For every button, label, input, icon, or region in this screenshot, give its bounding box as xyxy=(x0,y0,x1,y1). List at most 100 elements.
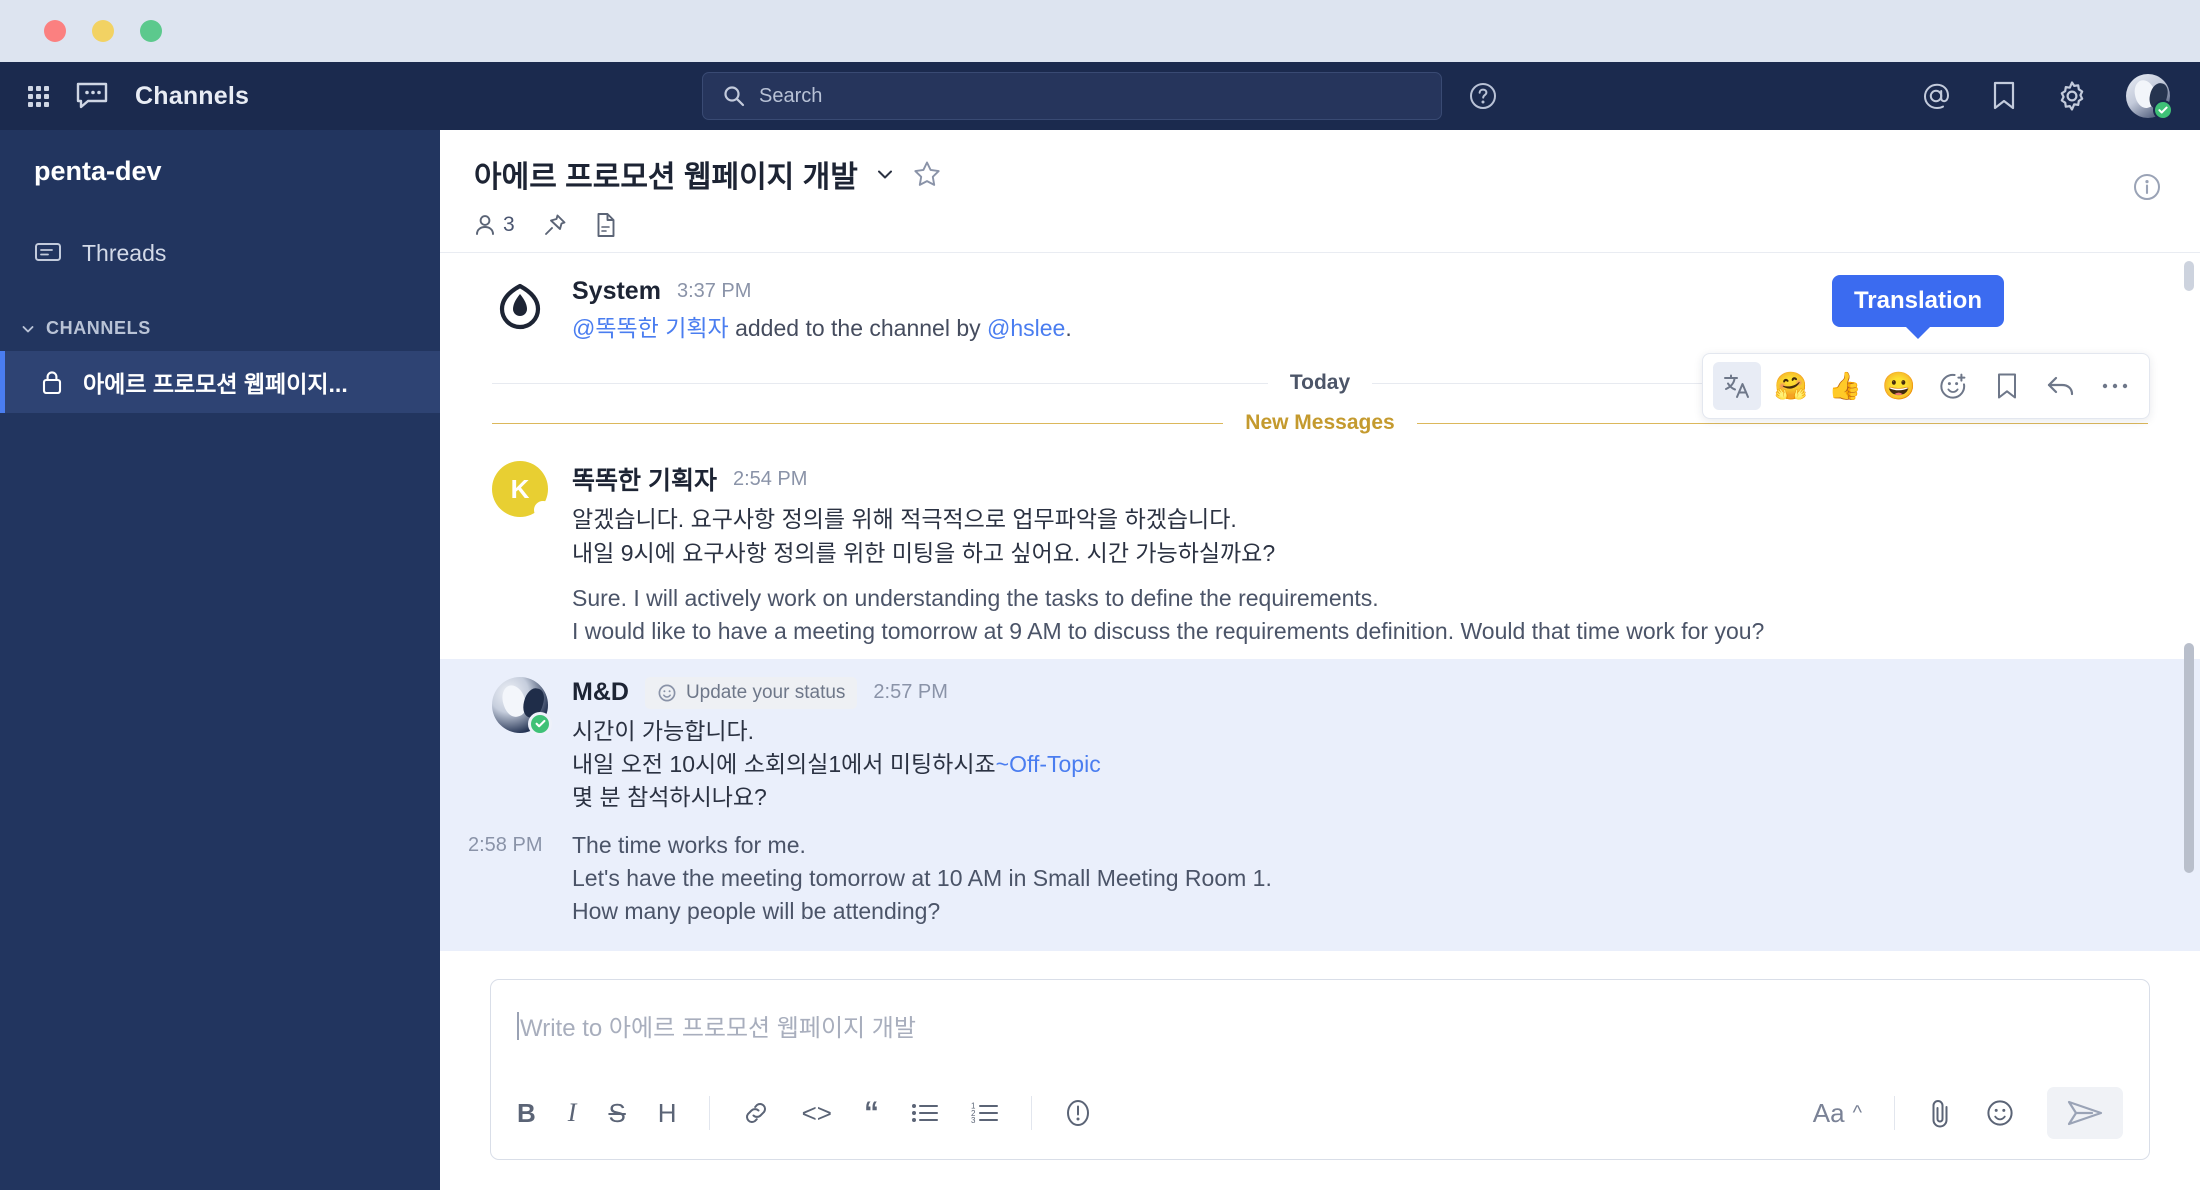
minimize-window-button[interactable] xyxy=(92,20,114,42)
search-input[interactable]: Search xyxy=(702,72,1442,120)
avatar-initial[interactable]: K xyxy=(492,461,552,520)
composer-toolbar: B I S H <> “ 1 2 3 Aa ^ xyxy=(491,1073,2149,1159)
settings-gear-icon[interactable] xyxy=(2056,80,2088,112)
message-timestamp: 3:37 PM xyxy=(676,280,752,302)
file-icon[interactable] xyxy=(595,212,617,238)
heading-button[interactable]: H xyxy=(658,1098,677,1129)
avatar-letter: K xyxy=(510,473,530,504)
bold-button[interactable]: B xyxy=(517,1098,536,1129)
member-count[interactable]: 3 xyxy=(474,213,515,237)
status-emoji-icon xyxy=(657,683,677,703)
chevron-down-icon[interactable] xyxy=(874,163,896,185)
page-title[interactable]: 아에르 프로모션 웹페이지 개발 xyxy=(474,152,858,196)
channels-label: Channels xyxy=(135,81,250,110)
chevron-up-icon: ^ xyxy=(1852,1101,1862,1124)
message-translation: The time works for me. xyxy=(572,831,806,858)
add-reaction-icon[interactable] xyxy=(1929,362,1977,410)
top-navigation-bar: Channels Search xyxy=(0,62,2200,130)
off-topic-link[interactable]: ~Off-Topic xyxy=(996,751,1101,777)
reply-icon[interactable] xyxy=(2037,362,2085,410)
sidebar-item-threads[interactable]: Threads xyxy=(0,229,440,278)
translation-lines: The time works for me. Let's have the me… xyxy=(572,829,1272,929)
strikethrough-button[interactable]: S xyxy=(608,1098,625,1129)
divider-rule xyxy=(492,382,1268,384)
message-author[interactable]: M&D xyxy=(572,678,629,707)
close-window-button[interactable] xyxy=(44,20,66,42)
message-list[interactable]: System 3:37 PM @똑똑한 기획자 added to the cha… xyxy=(440,253,2200,965)
message-text-part: added to the channel by xyxy=(728,315,988,341)
help-circle-icon[interactable] xyxy=(1468,81,1498,111)
message-author[interactable]: 똑똑한 기획자 xyxy=(572,461,717,497)
info-circle-icon[interactable] xyxy=(2132,172,2162,202)
translate-icon[interactable] xyxy=(1713,362,1761,410)
md-avatar[interactable] xyxy=(492,676,552,736)
bullet-list-button[interactable] xyxy=(911,1101,939,1125)
grinning-face-emoji[interactable]: 😀 xyxy=(1875,362,1923,410)
toolbar-divider xyxy=(1030,1096,1032,1130)
maximize-window-button[interactable] xyxy=(140,20,162,42)
presence-badge xyxy=(534,501,552,520)
sidebar: penta-dev Threads CHANNELS 아에르 프로모션 웹페이지… xyxy=(0,130,440,1190)
hugging-face-emoji[interactable]: 🤗 xyxy=(1767,362,1815,410)
topbar-center: Search xyxy=(702,72,1498,120)
scrollbar-thumb[interactable] xyxy=(2184,643,2194,873)
saved-items-icon[interactable] xyxy=(1990,80,2018,112)
topbar-left: Channels xyxy=(0,81,249,111)
message-timestamp: 2:57 PM xyxy=(873,681,948,704)
sidebar-item-label: Threads xyxy=(82,240,167,266)
user-avatar[interactable] xyxy=(2126,74,2173,120)
app-window: Channels Search penta-dev Threads CHANNE… xyxy=(0,0,2200,1190)
text-cursor xyxy=(517,1011,519,1040)
sidebar-channel-label: 아에르 프로모션 웹페이지... xyxy=(83,371,348,397)
sidebar-item-channel-aer[interactable]: 아에르 프로모션 웹페이지... xyxy=(0,351,440,413)
thumbs-up-emoji[interactable]: 👍 xyxy=(1821,362,1869,410)
message-composer: Write to 아에르 프로모션 웹페이지 개발 B I S H <> “ 1… xyxy=(440,965,2200,1190)
italic-button[interactable]: I xyxy=(568,1098,577,1128)
mention-link[interactable]: @hslee xyxy=(987,315,1065,341)
translation-tooltip: Translation xyxy=(1831,275,2004,327)
divider-rule xyxy=(1416,422,2149,424)
message-planner: K 똑똑한 기획자 2:54 PM 알겠습니다. 요구사항 정의를 위해 적극적… xyxy=(440,451,2200,658)
message-translation: Sure. I will actively work on understand… xyxy=(572,585,1379,612)
info-button[interactable] xyxy=(1064,1098,1092,1128)
font-size-label: Aa xyxy=(1812,1097,1845,1128)
status-badge[interactable]: Update your status xyxy=(644,676,858,709)
pin-icon[interactable] xyxy=(543,213,567,237)
emoji-icon[interactable] xyxy=(1985,1098,2015,1128)
more-options-icon[interactable] xyxy=(2091,362,2139,410)
main-content: 아에르 프로모션 웹페이지 개발 3 System 3:37 PM @똑똑한 기… xyxy=(440,130,2200,1190)
app-container: Channels Search penta-dev Threads CHANNE… xyxy=(0,62,2200,1190)
message-body: M&D Update your status 2:57 PM 시간이 가능합니다… xyxy=(468,676,2148,929)
search-icon xyxy=(723,85,745,107)
message-hover-toolbar: 🤗 👍 😀 xyxy=(1702,353,2150,419)
apps-grid-icon[interactable] xyxy=(28,85,49,107)
message-input[interactable]: Write to 아에르 프로모션 웹페이지 개발 xyxy=(491,980,2149,1073)
system-logo-avatar xyxy=(492,277,548,333)
message-author[interactable]: System xyxy=(572,277,661,306)
message-text-part: 내일 오전 10시에 소회의실1에서 미팅하시죠 xyxy=(572,751,996,778)
send-button[interactable] xyxy=(2047,1087,2123,1139)
message-text: 몇 분 참석하시나요? xyxy=(572,784,767,811)
save-message-icon[interactable] xyxy=(1983,362,2031,410)
message-text: 내일 오전 10시에 소회의실1에서 미팅하시죠~Off-Topic xyxy=(572,748,2148,781)
toolbar-divider xyxy=(1894,1096,1895,1130)
team-name[interactable]: penta-dev xyxy=(0,156,440,187)
message-translation: I would like to have a meeting tomorrow … xyxy=(572,618,1765,645)
paperclip-icon[interactable] xyxy=(1927,1097,1953,1129)
quote-button[interactable]: “ xyxy=(864,1098,879,1128)
message-md-highlighted: M&D Update your status 2:57 PM 시간이 가능합니다… xyxy=(440,658,2200,951)
channel-header: 아에르 프로모션 웹페이지 개발 3 xyxy=(440,130,2200,253)
mention-link[interactable]: @똑똑한 기획자 xyxy=(572,315,729,341)
numbered-list-button[interactable]: 1 2 3 xyxy=(971,1101,999,1125)
sidebar-section-channels[interactable]: CHANNELS xyxy=(0,318,440,339)
chevron-down-icon xyxy=(20,321,36,337)
scrollbar-thumb-top[interactable] xyxy=(2184,261,2194,291)
message-translation: Let's have the meeting tomorrow at 10 AM… xyxy=(572,865,1272,892)
code-button[interactable]: <> xyxy=(802,1098,832,1129)
link-button[interactable] xyxy=(742,1099,770,1127)
font-size-button[interactable]: Aa ^ xyxy=(1813,1098,1862,1129)
star-icon[interactable] xyxy=(912,159,942,189)
mentions-icon[interactable] xyxy=(1920,80,1952,112)
message-body: 똑똑한 기획자 2:54 PM 알겠습니다. 요구사항 정의를 위해 적극적으로… xyxy=(572,461,2148,648)
composer-placeholder: Write to 아에르 프로모션 웹페이지 개발 xyxy=(520,1015,916,1042)
